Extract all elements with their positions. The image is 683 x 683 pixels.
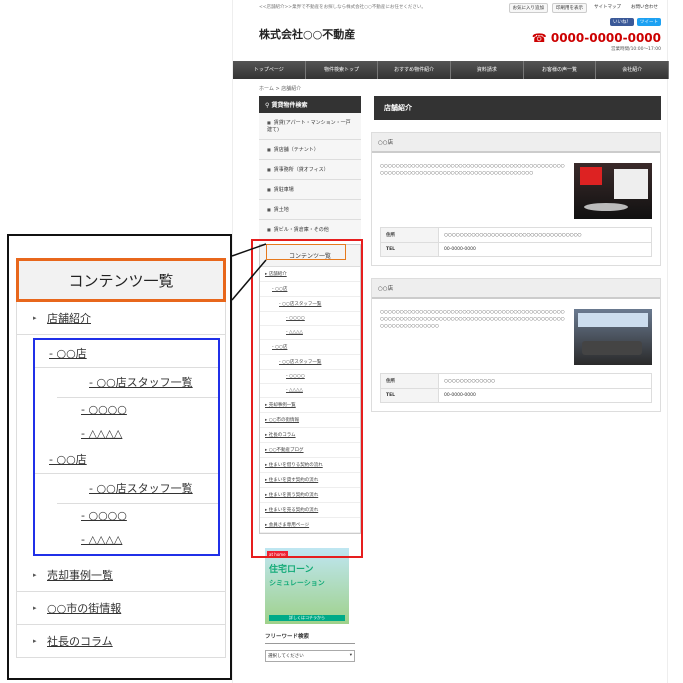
zoom-item-store-intro[interactable]: 店舗紹介 xyxy=(17,302,225,335)
address-value: ○○○○○○○○○○○○○ xyxy=(438,373,652,389)
favorite-link[interactable]: お気に入り追加 xyxy=(508,3,548,13)
tel-value: 00-0000-0000 xyxy=(438,242,652,257)
business-hours: 営業時間/10:00〜17:00 xyxy=(611,47,661,52)
zoom-store-link[interactable]: - ○○店 xyxy=(35,446,218,474)
store-card: ○○店 ○○○○○○○○○○○○○○○○○○○○○○○○○○○○○○○○○○○○… xyxy=(371,132,661,266)
store-name: ○○店 xyxy=(372,279,660,299)
store-info-table: 住所 ○○○○○○○○○○○○○ TEL 00-0000-0000 xyxy=(380,373,652,403)
category-item[interactable]: 賃土地 xyxy=(259,200,361,220)
social-buttons: いいね！ ツイート xyxy=(610,18,661,26)
nav-item-request[interactable]: 資料請求 xyxy=(451,61,524,79)
category-item[interactable]: 賃貸(アパート・マンション・一戸建て) xyxy=(259,113,361,140)
nav-item-voices[interactable]: お客様の声一覧 xyxy=(524,61,597,79)
tel-label: TEL xyxy=(380,242,439,257)
zoom-item-sales-cases[interactable]: 売却事例一覧 xyxy=(17,559,225,592)
chevron-down-icon: ▾ xyxy=(349,653,352,658)
store-description: ○○○○○○○○○○○○○○○○○○○○○○○○○○○○○○○○○○○○○○○○… xyxy=(380,310,565,329)
zoom-staff-link[interactable]: - ○○○○ xyxy=(35,504,218,528)
page-title: 店舗紹介 xyxy=(371,96,661,120)
zoom-contents-list: 店舗紹介 - ○○店 - ○○店スタッフ一覧 - ○○○○ - △△△△ - ○… xyxy=(16,302,226,658)
address-label: 住所 xyxy=(380,227,439,243)
site-tagline: <<店舗紹介>>業界で不動産をお探しなら株式会社○○不動産にお任せください。 xyxy=(259,5,426,10)
category-item[interactable]: 賃事務所（貸オフィス） xyxy=(259,160,361,180)
contents-title-highlight-orange xyxy=(266,244,346,260)
category-item[interactable]: 賃店舗（テナント） xyxy=(259,140,361,160)
store-description: ○○○○○○○○○○○○○○○○○○○○○○○○○○○○○○○○○○○○○○○○… xyxy=(380,164,565,176)
address-label: 住所 xyxy=(380,373,439,389)
contents-highlight-red xyxy=(251,239,363,558)
tweet-button[interactable]: ツイート xyxy=(637,18,661,26)
global-nav: トップページ 物件検索トップ おすすめ物件紹介 資料請求 お客様の声一覧 会社紹… xyxy=(233,61,670,79)
contact-link[interactable]: お問い合わせ xyxy=(628,3,661,13)
zoom-staff-list-link[interactable]: - ○○店スタッフ一覧 xyxy=(57,474,218,504)
phone-number: ☎ 0000-0000-0000 xyxy=(531,31,661,45)
zoom-staff-list-link[interactable]: - ○○店スタッフ一覧 xyxy=(57,368,218,398)
banner-line2: シミュレーション xyxy=(269,579,325,587)
store-card: ○○店 ○○○○○○○○○○○○○○○○○○○○○○○○○○○○○○○○○○○○… xyxy=(371,278,661,412)
main-content: 店舗紹介 ○○店 ○○○○○○○○○○○○○○○○○○○○○○○○○○○○○○○… xyxy=(371,96,661,412)
zoom-item-president-column[interactable]: 社長のコラム xyxy=(17,625,225,658)
nav-item-search[interactable]: 物件検索トップ xyxy=(306,61,379,79)
nav-item-company[interactable]: 会社紹介 xyxy=(596,61,670,79)
annotated-screenshot: <<店舗紹介>>業界で不動産をお探しなら株式会社○○不動産にお任せください。 お… xyxy=(0,0,683,683)
zoom-staff-link[interactable]: - ○○○○ xyxy=(35,398,218,422)
zoom-panel: コンテンツ一覧 店舗紹介 - ○○店 - ○○店スタッフ一覧 - ○○○○ - … xyxy=(7,234,232,680)
breadcrumb: ホーム > 店舗紹介 xyxy=(259,86,302,92)
store-subtree-highlight-blue: - ○○店 - ○○店スタッフ一覧 - ○○○○ - △△△△ - ○○店 - … xyxy=(33,338,220,556)
store-name: ○○店 xyxy=(372,133,660,153)
freeword-title: フリーワード検索 xyxy=(265,632,355,644)
store-info-table: 住所 ○○○○○○○○○○○○○○○○○○○○○○○○○○○○○○○○○○○ TE… xyxy=(380,227,652,257)
zoom-store-link[interactable]: - ○○店 xyxy=(35,340,218,368)
store-photo xyxy=(574,163,652,219)
tel-label: TEL xyxy=(380,388,439,403)
category-item[interactable]: 賃駐車場 xyxy=(259,180,361,200)
sitemap-link[interactable]: サイトマップ xyxy=(591,3,624,13)
zoom-staff-link[interactable]: - △△△△ xyxy=(35,528,218,552)
tel-value: 00-0000-0000 xyxy=(438,388,652,403)
rental-search-heading: ⚲ 賃貸物件検索 xyxy=(259,96,361,113)
banner-line1: 住宅ローン xyxy=(269,565,314,575)
zoom-contents-title: コンテンツ一覧 xyxy=(16,258,226,302)
nav-item-top[interactable]: トップページ xyxy=(233,61,306,79)
nav-item-recommend[interactable]: おすすめ物件紹介 xyxy=(378,61,452,79)
print-link[interactable]: 印刷用を表示 xyxy=(552,3,587,13)
utility-links: お気に入り追加 印刷用を表示 サイトマップ お問い合わせ xyxy=(508,3,662,13)
loan-simulation-banner[interactable]: at home 住宅ローン シミュレーション 詳しくはコチラから xyxy=(265,548,349,624)
address-value: ○○○○○○○○○○○○○○○○○○○○○○○○○○○○○○○○○○○ xyxy=(438,227,652,243)
zoom-item-town-info[interactable]: ○○市の街情報 xyxy=(17,592,225,625)
zoom-staff-link[interactable]: - △△△△ xyxy=(35,422,218,446)
banner-cta: 詳しくはコチラから xyxy=(269,615,345,621)
category-item[interactable]: 賃ビル・賃倉庫・その他 xyxy=(259,220,361,240)
phone-icon: ☎ xyxy=(531,31,551,45)
store-photo xyxy=(574,309,652,365)
facebook-like-button[interactable]: いいね！ xyxy=(610,18,634,26)
freeword-select[interactable]: 選択してください ▾ xyxy=(265,650,355,662)
site-logo[interactable]: 株式会社○○不動産 xyxy=(259,26,355,42)
